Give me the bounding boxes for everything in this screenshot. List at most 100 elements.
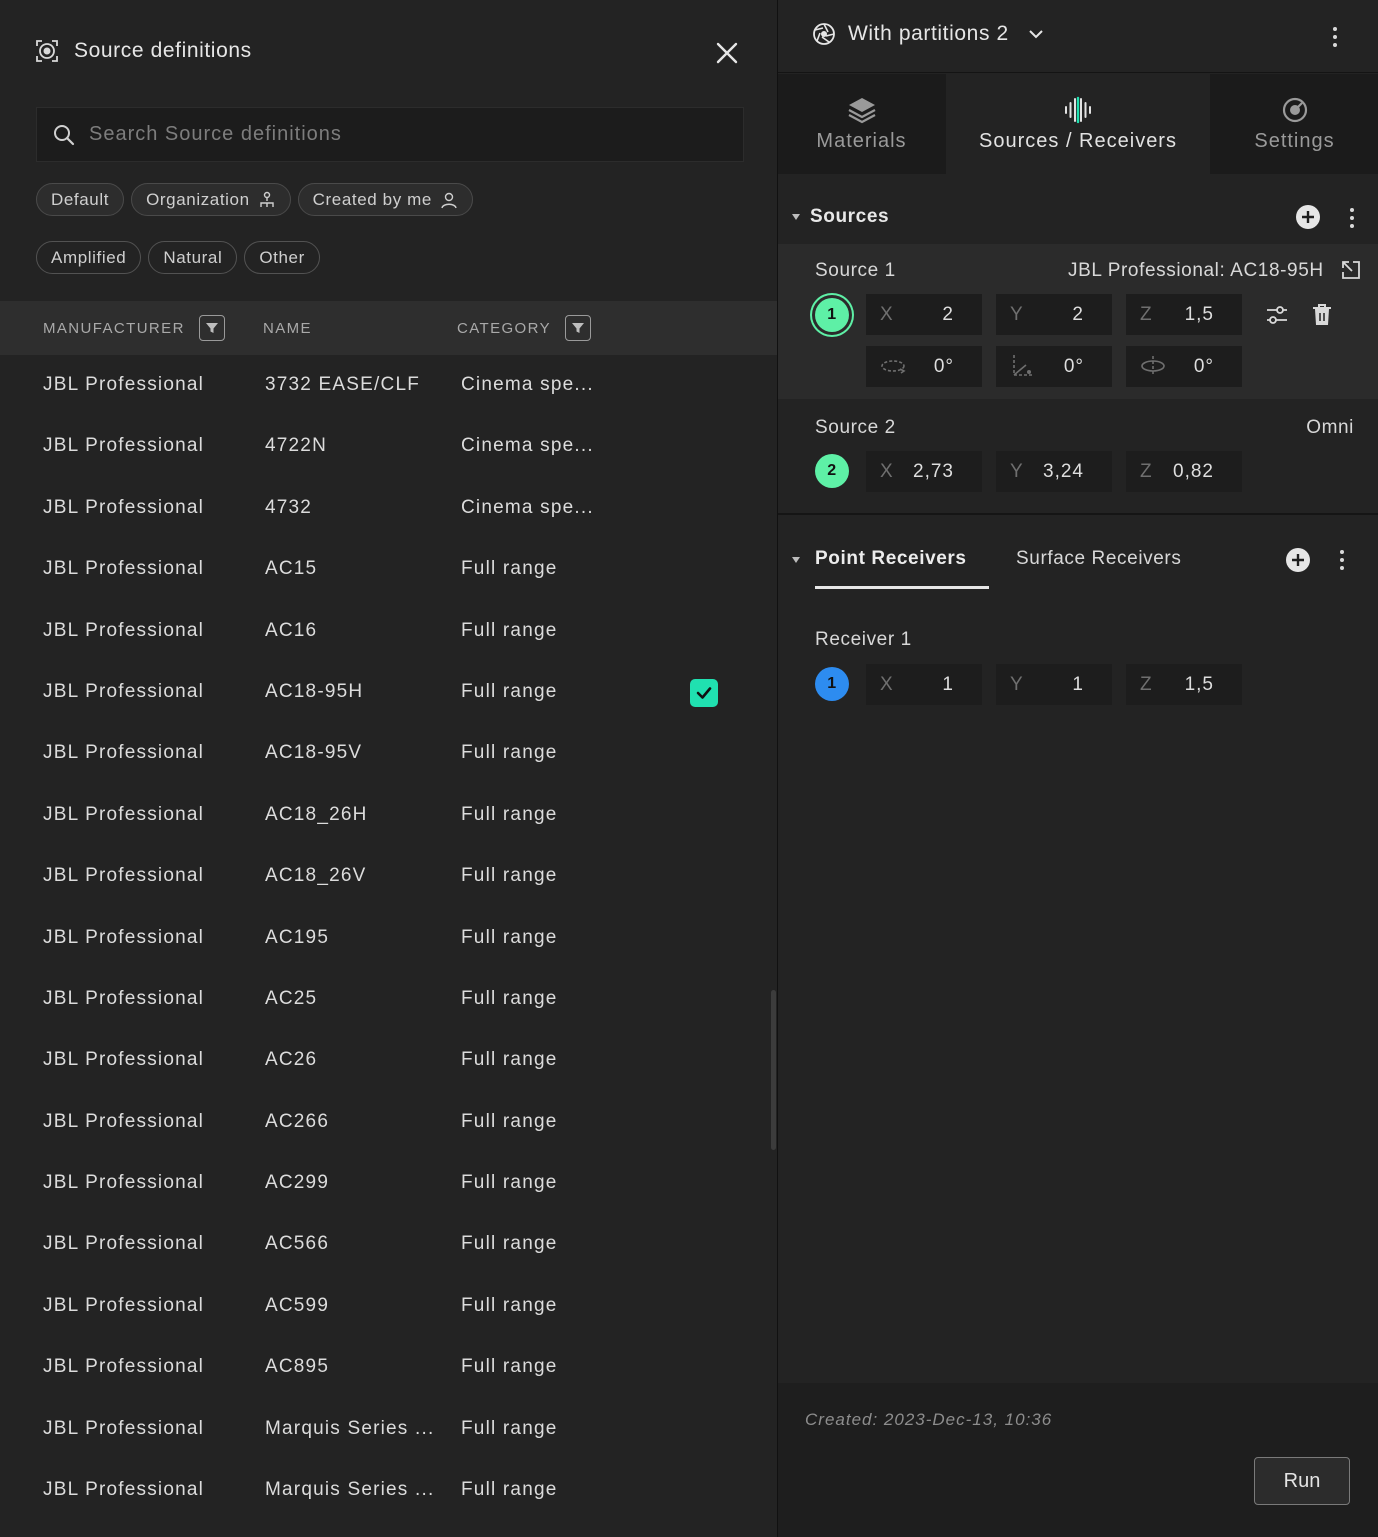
source-x-field[interactable]: X xyxy=(866,451,982,492)
table-row[interactable]: JBL Professional AC25 Full range xyxy=(0,969,770,1030)
badge-number: 1 xyxy=(827,675,837,692)
tab-label: Materials xyxy=(816,129,907,152)
tab-settings[interactable]: Settings xyxy=(1211,74,1378,174)
more-options-icon[interactable] xyxy=(1332,27,1338,47)
table-row[interactable]: JBL Professional Marquis Series ... Full r… xyxy=(0,1460,770,1521)
table-row[interactable]: JBL Professional AC895 Full range xyxy=(0,1337,770,1398)
table-row[interactable]: JBL Professional AC195 Full range xyxy=(0,908,770,969)
receiver-card-1[interactable]: Receiver 1 1 X Y Z xyxy=(778,612,1378,722)
table-row[interactable]: JBL Professional 4722N Cinema spe... xyxy=(0,416,770,477)
run-button[interactable]: Run xyxy=(1254,1457,1350,1505)
created-timestamp: Created: 2023-Dec-13, 10:36 xyxy=(805,1410,1053,1429)
table-header: MANUFACTURER NAME CATEGORY xyxy=(0,301,777,355)
receiver-x-field[interactable]: X xyxy=(866,664,982,705)
project-selector[interactable]: With partitions 2 xyxy=(812,22,1045,46)
adjust-sliders-icon[interactable] xyxy=(1265,303,1289,327)
sources-header: Sources xyxy=(810,206,890,227)
scrollbar[interactable] xyxy=(771,990,776,1150)
cell-name: AC18_26V xyxy=(265,865,367,887)
receiver-y-field[interactable]: Y xyxy=(996,664,1112,705)
table-row[interactable]: JBL Professional AC566 Full range xyxy=(0,1214,770,1275)
cell-category: Full range xyxy=(461,1233,558,1255)
user-icon xyxy=(441,192,457,208)
elevation-input[interactable] xyxy=(1016,354,1086,379)
tab-sources-receivers[interactable]: Sources / Receivers xyxy=(946,74,1210,174)
sources-more-icon[interactable] xyxy=(1349,208,1355,228)
y-input[interactable] xyxy=(1016,302,1086,327)
collapse-triangle-icon[interactable] xyxy=(792,557,800,563)
sources-section-toggle[interactable]: Sources xyxy=(792,206,889,228)
azimuth-input[interactable] xyxy=(886,354,956,379)
table-row[interactable]: JBL Professional AC18_26V Full range xyxy=(0,846,770,907)
table-row[interactable]: JBL Professional AC18-95V Full range xyxy=(0,723,770,784)
cell-manufacturer: JBL Professional xyxy=(43,374,205,395)
rotation-input[interactable] xyxy=(1146,354,1216,379)
z-input[interactable] xyxy=(1146,459,1216,484)
table-row[interactable]: JBL Professional Marquis Series ... Full r… xyxy=(0,1399,770,1460)
filter-chip-natural[interactable]: Natural xyxy=(148,241,238,274)
table-row[interactable]: JBL Professional AC299 Full range xyxy=(0,1153,770,1214)
receiver-z-field[interactable]: Z xyxy=(1126,664,1242,705)
table-row[interactable]: JBL Professional AC599 Full range xyxy=(0,1276,770,1337)
column-label: CATEGORY xyxy=(457,319,551,337)
cell-name: 4722N xyxy=(265,435,327,457)
filter-chip-amplified[interactable]: Amplified xyxy=(36,241,142,274)
panel-header: Source definitions xyxy=(34,38,252,64)
cell-category: Full range xyxy=(461,926,558,948)
search-input[interactable] xyxy=(87,122,687,147)
source-elevation-field[interactable] xyxy=(996,346,1112,387)
tab-point-receivers[interactable]: Point Receivers xyxy=(815,548,967,570)
source-y-field[interactable]: Y xyxy=(996,294,1112,335)
source-y-field[interactable]: Y xyxy=(996,451,1112,492)
tab-surface-receivers[interactable]: Surface Receivers xyxy=(1016,548,1181,570)
source-card-1[interactable]: Source 1 JBL Professional: AC18-95H 1 X … xyxy=(778,244,1378,399)
table-row[interactable]: JBL Professional AC26 Full range xyxy=(0,1030,770,1091)
table-row[interactable]: JBL Professional AC16 Full range xyxy=(0,601,770,662)
close-icon[interactable] xyxy=(714,40,740,66)
z-input[interactable] xyxy=(1146,672,1216,697)
cell-manufacturer: JBL Professional xyxy=(43,558,205,580)
y-input[interactable] xyxy=(1016,459,1086,484)
cell-manufacturer: JBL Professional xyxy=(43,865,205,887)
x-input[interactable] xyxy=(886,302,956,327)
sound-wave-icon xyxy=(1065,96,1091,123)
source-z-field[interactable]: Z xyxy=(1126,294,1242,335)
badge-number: 1 xyxy=(827,306,837,323)
table-row[interactable]: JBL Professional AC15 Full range xyxy=(0,539,770,600)
cell-manufacturer: JBL Professional xyxy=(43,619,205,641)
add-source-button[interactable] xyxy=(1296,205,1320,229)
cell-name: AC18-95H xyxy=(265,680,364,702)
project-bar: With partitions 2 xyxy=(778,0,1378,73)
source-x-field[interactable]: X xyxy=(866,294,982,335)
filter-chip-default[interactable]: Default xyxy=(36,183,125,216)
x-input[interactable] xyxy=(886,459,956,484)
filter-icon[interactable] xyxy=(565,315,591,341)
source-z-field[interactable]: Z xyxy=(1126,451,1242,492)
table-row[interactable]: JBL Professional AC18-95H Full range xyxy=(0,662,770,723)
table-row[interactable]: JBL Professional 3732 EASE/CLF Cinema spe.… xyxy=(0,355,770,416)
tab-label: Sources / Receivers xyxy=(979,129,1177,152)
source-card-2[interactable]: Source 2 Omni 2 X Y Z xyxy=(778,400,1378,512)
table-row[interactable]: JBL Professional 4732 Cinema spe... xyxy=(0,478,770,539)
add-receiver-button[interactable] xyxy=(1286,548,1310,572)
z-input[interactable] xyxy=(1146,302,1216,327)
y-input[interactable] xyxy=(1016,672,1086,697)
filter-chip-other[interactable]: Other xyxy=(244,241,320,274)
source-azimuth-field[interactable] xyxy=(866,346,982,387)
tab-materials[interactable]: Materials xyxy=(778,74,945,174)
section-divider xyxy=(778,513,1378,515)
cell-name: AC566 xyxy=(265,1233,330,1255)
cell-name: AC18_26H xyxy=(265,803,368,825)
filter-chip-created-by-me[interactable]: Created by me xyxy=(297,183,473,216)
source-rotation-field[interactable] xyxy=(1126,346,1242,387)
filter-chip-organization[interactable]: Organization xyxy=(131,183,291,216)
x-input[interactable] xyxy=(886,672,956,697)
cell-category: Full range xyxy=(461,1417,558,1439)
table-row[interactable]: JBL Professional AC266 Full range xyxy=(0,1092,770,1153)
table-row[interactable]: JBL Professional AC18_26H Full range xyxy=(0,785,770,846)
filter-icon[interactable] xyxy=(198,315,225,341)
trash-icon[interactable] xyxy=(1311,303,1333,327)
open-definition-icon[interactable] xyxy=(1340,259,1362,281)
checkmark-icon[interactable] xyxy=(690,678,718,707)
receivers-more-icon[interactable] xyxy=(1339,550,1345,570)
